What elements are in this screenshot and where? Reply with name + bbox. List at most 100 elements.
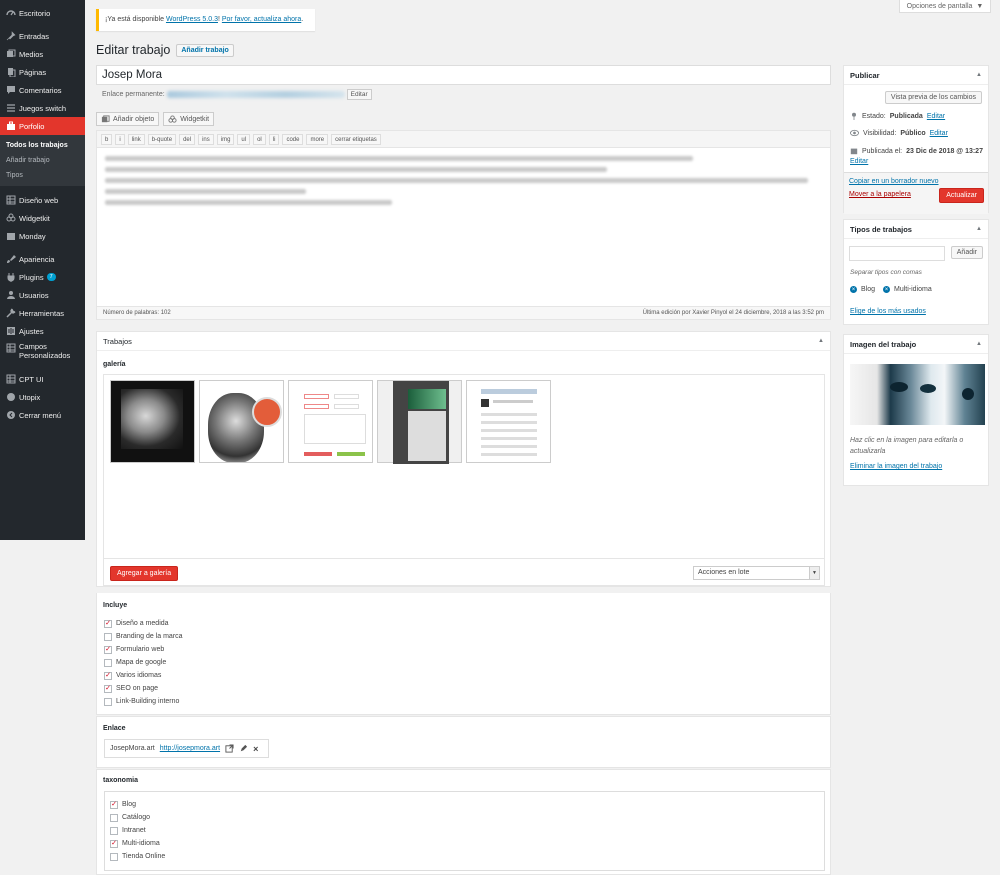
qt-ol[interactable]: ol [253,133,266,145]
submenu-anadir-trabajo[interactable]: Añadir trabajo [0,153,85,168]
qt-img[interactable]: img [216,133,235,145]
close-icon[interactable]: × [253,744,258,754]
gallery-thumbnail[interactable] [199,380,284,463]
gallery-thumbnail[interactable] [466,380,551,463]
bulk-actions-select[interactable]: Acciones en lote ▼ [693,566,820,580]
checkbox[interactable] [110,852,118,861]
screen-options-button[interactable]: Opciones de pantalla ▼ [899,0,991,13]
checkbox[interactable] [110,826,118,835]
checkbox[interactable] [110,813,118,822]
qt-close-tags[interactable]: cerrar etiquetas [331,133,381,145]
permalink-edit-button[interactable]: Editar [346,89,372,100]
menu-cpt-ui[interactable]: CPT UI [0,370,85,388]
trash-link[interactable]: Mover a la papelera [849,191,911,198]
qt-link[interactable]: link [127,133,145,145]
external-link-icon[interactable] [225,744,234,753]
qt-del[interactable]: del [179,133,196,145]
checkbox-checked[interactable]: ✓ [104,645,112,654]
choose-most-used-link[interactable]: Elige de los más usados [850,308,926,315]
add-new-button[interactable]: Añadir trabajo [176,43,234,57]
permalink-url[interactable] [166,91,345,98]
qt-italic[interactable]: i [115,133,125,145]
menu-widgetkit[interactable]: Widgetkit [0,209,85,227]
add-type-button[interactable]: Añadir [950,246,983,259]
collapse-arrow-icon[interactable]: ▲ [976,72,982,78]
update-now-link[interactable]: Por favor, actualiza ahora [222,16,301,23]
checkbox-row[interactable]: Mapa de google [104,656,183,669]
add-to-gallery-button[interactable]: Agregar a galería [110,566,179,581]
gallery-thumbnail[interactable] [288,380,373,463]
submenu-todos-los-trabajos[interactable]: Todos los trabajos [0,138,85,153]
preview-changes-button[interactable]: Vista previa de los cambios [884,91,982,104]
menu-porfolio[interactable]: Porfolio [0,117,85,135]
checkbox-checked[interactable]: ✓ [110,800,118,809]
checkbox-checked[interactable]: ✓ [104,671,112,680]
collapse-arrow-icon[interactable]: ▲ [818,338,824,344]
qt-code[interactable]: code [282,133,304,145]
checkbox[interactable] [104,658,112,667]
checkbox-checked[interactable]: ✓ [104,619,112,628]
qt-ins[interactable]: ins [198,133,214,145]
menu-utopix[interactable]: Utopix [0,388,85,406]
gallery-thumbnail[interactable] [377,380,462,464]
add-media-button[interactable]: Añadir objeto [96,112,160,126]
wordpress-version-link[interactable]: WordPress 5.0.3 [166,16,218,23]
link-url[interactable]: http://josepmora.art [160,745,220,752]
checkbox-row[interactable]: ✓ Multi-idioma [110,837,819,850]
menu-comentarios[interactable]: Comentarios [0,81,85,99]
checkbox-row[interactable]: ✓ Formulario web [104,643,183,656]
submenu-tipos[interactable]: Tipos [0,168,85,183]
checkbox-checked[interactable]: ✓ [104,684,112,693]
edit-status-link[interactable]: Editar [927,113,945,120]
collapse-arrow-icon[interactable]: ▲ [976,226,982,232]
pencil-icon[interactable] [239,744,248,753]
menu-entradas[interactable]: Entradas [0,27,85,45]
checkbox[interactable] [104,632,112,641]
checkbox[interactable] [104,697,112,706]
qt-more[interactable]: more [306,133,329,145]
checkbox-row[interactable]: ✓ SEO on page [104,682,183,695]
remove-image-link[interactable]: Eliminar la imagen del trabajo [850,463,942,470]
checkbox-row[interactable]: Link-Building interno [104,695,183,708]
checkbox-row[interactable]: Tienda Online [110,850,819,863]
menu-monday[interactable]: Monday [0,227,85,245]
editor-textarea[interactable] [97,148,830,219]
widgetkit-button[interactable]: Widgetkit [163,112,215,126]
menu-campos-personalizados[interactable]: Campos Personalizados [0,340,85,365]
menu-escritorio[interactable]: Escritorio [0,4,85,22]
checkbox-row[interactable]: ✓ Varios idiomas [104,669,183,682]
menu-paginas[interactable]: Páginas [0,63,85,81]
featured-image[interactable] [850,364,985,425]
new-type-input[interactable] [849,246,945,261]
gallery-thumbnail[interactable] [110,380,195,463]
remove-tag-icon[interactable]: × [850,286,857,293]
edit-visibility-link[interactable]: Editar [930,130,948,137]
checkbox-row[interactable]: ✓ Diseño a medida [104,617,183,630]
qt-ul[interactable]: ul [237,133,251,145]
checkbox-row[interactable]: Catálogo [110,811,819,824]
menu-medios[interactable]: Medios [0,45,85,63]
qt-bold[interactable]: b [101,133,113,145]
checkbox-checked[interactable]: ✓ [110,839,118,848]
menu-plugins[interactable]: Plugins 7 [0,268,85,286]
qt-blockquote[interactable]: b-quote [147,133,177,145]
menu-cerrar[interactable]: Cerrar menú [0,406,85,424]
menu-juegos-switch[interactable]: Juegos switch [0,99,85,117]
menu-apariencia[interactable]: Apariencia [0,250,85,268]
menu-ajustes[interactable]: Ajustes [0,322,85,340]
qt-li[interactable]: li [268,133,280,145]
quicktags-toolbar: b i link b-quote del ins img ul ol li co… [97,131,830,148]
checkbox-row[interactable]: ✓ Blog [110,798,819,811]
update-button[interactable]: Actualizar [939,188,984,203]
menu-usuarios[interactable]: Usuarios [0,286,85,304]
edit-date-link[interactable]: Editar [850,158,868,165]
remove-tag-icon[interactable]: × [883,286,891,293]
checkbox-row[interactable]: Branding de la marca [104,630,183,643]
page-title: Editar trabajo Añadir trabajo [96,43,234,57]
collapse-arrow-icon[interactable]: ▲ [976,341,982,347]
checkbox-row[interactable]: Intranet [110,824,819,837]
menu-diseno-web[interactable]: Diseño web [0,191,85,209]
menu-herramientas[interactable]: Herramientas [0,304,85,322]
copy-draft-link[interactable]: Copiar en un borrador nuevo [849,178,939,185]
post-title-input[interactable]: Josep Mora [96,65,831,85]
